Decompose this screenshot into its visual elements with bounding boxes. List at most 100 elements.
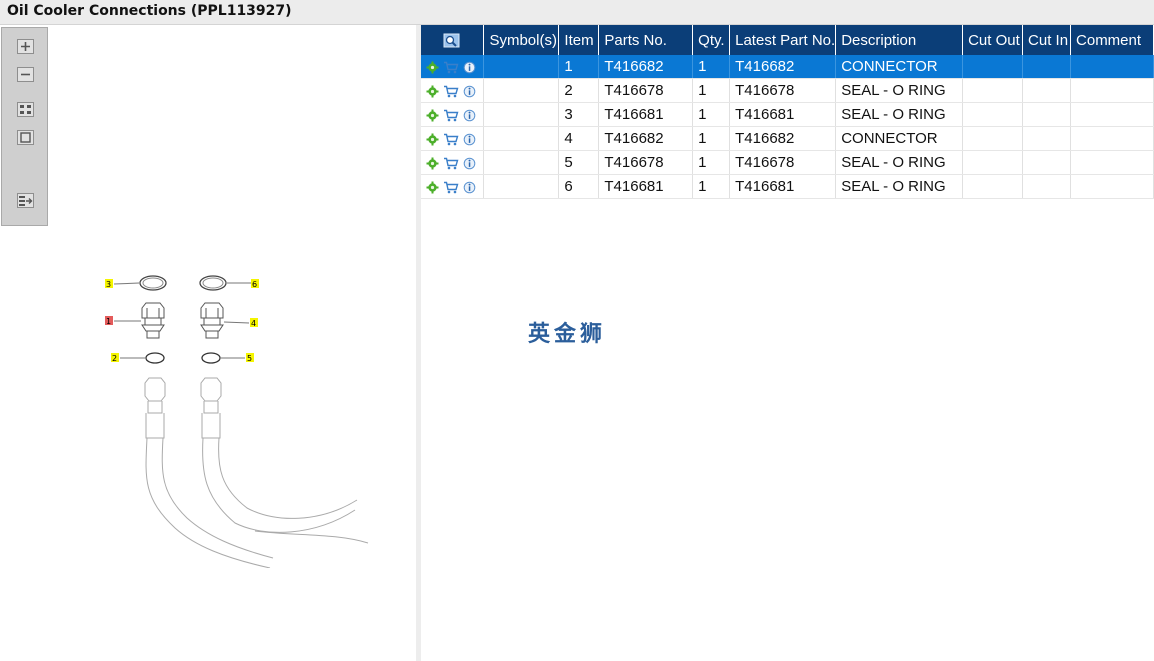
- info-icon[interactable]: [463, 133, 476, 146]
- callout-5-label: 5: [247, 354, 252, 363]
- table-row[interactable]: 3 T416681 1 T416681 SEAL - O RING: [421, 102, 1154, 127]
- table-row[interactable]: 1 T416682 1 T416682 CONNECTOR: [421, 55, 1154, 79]
- cell-latest-part-no: T416681: [729, 102, 837, 127]
- cell-qty: 1: [692, 78, 731, 103]
- cell-cut-in: [1022, 55, 1072, 79]
- info-icon[interactable]: [463, 85, 476, 98]
- info-icon[interactable]: [463, 157, 476, 170]
- search-column-header[interactable]: [421, 25, 485, 55]
- cell-parts-no: T416678: [598, 78, 694, 103]
- viewer-toolbar: [1, 27, 48, 226]
- fit-view-icon: [20, 105, 31, 114]
- column-cut-out[interactable]: Cut Out: [962, 25, 1024, 55]
- title-bar: Oil Cooler Connections (PPL113927): [0, 0, 1154, 25]
- cell-description: CONNECTOR: [835, 126, 964, 151]
- zoom-out-button[interactable]: [17, 67, 34, 82]
- column-cut-in[interactable]: Cut In: [1022, 25, 1072, 55]
- cell-description: SEAL - O RING: [835, 150, 964, 175]
- cart-icon[interactable]: [443, 133, 459, 146]
- row-actions: [421, 78, 485, 103]
- cell-latest-part-no: T416678: [729, 150, 837, 175]
- cell-qty: 1: [692, 174, 731, 199]
- search-icon: [443, 33, 460, 48]
- cell-comment: [1070, 102, 1154, 127]
- actual-size-button[interactable]: [17, 130, 34, 145]
- gear-icon[interactable]: [426, 133, 439, 146]
- cell-symbols: [483, 55, 560, 79]
- row-actions: [421, 55, 485, 79]
- parts-diagram: 3 6 1 4 2 5: [105, 275, 369, 568]
- cell-item: 1: [558, 55, 600, 79]
- cell-cut-in: [1022, 150, 1072, 175]
- cell-symbols: [483, 126, 560, 151]
- row-actions: [421, 150, 485, 175]
- column-qty[interactable]: Qty.: [692, 25, 731, 55]
- callout-3-label: 3: [106, 280, 111, 289]
- cell-item: 2: [558, 78, 600, 103]
- cell-symbols: [483, 150, 560, 175]
- cell-item: 5: [558, 150, 600, 175]
- cell-latest-part-no: T416682: [729, 126, 837, 151]
- table-header: Symbol(s) Item Parts No. Qty. Latest Par…: [421, 25, 1154, 55]
- cell-comment: [1070, 174, 1154, 199]
- cell-latest-part-no: T416681: [729, 174, 837, 199]
- zoom-out-icon: [21, 73, 30, 76]
- info-icon[interactable]: [463, 109, 476, 122]
- o-ring-2: [145, 352, 165, 364]
- cell-qty: 1: [692, 55, 731, 79]
- cell-latest-part-no: T416682: [729, 55, 837, 79]
- cell-cut-in: [1022, 78, 1072, 103]
- cell-cut-out: [962, 126, 1024, 151]
- column-item[interactable]: Item: [558, 25, 600, 55]
- cart-icon[interactable]: [443, 181, 459, 194]
- window-title: Oil Cooler Connections (PPL113927): [7, 3, 292, 19]
- cell-parts-no: T416678: [598, 150, 694, 175]
- column-symbols[interactable]: Symbol(s): [483, 25, 560, 55]
- cell-item: 6: [558, 174, 600, 199]
- cell-item: 3: [558, 102, 600, 127]
- cart-icon[interactable]: [443, 109, 459, 122]
- cart-icon[interactable]: [443, 157, 459, 170]
- callout-2-label: 2: [112, 354, 117, 363]
- cart-icon[interactable]: [443, 85, 459, 98]
- cell-symbols: [483, 102, 560, 127]
- cell-cut-in: [1022, 126, 1072, 151]
- gear-icon[interactable]: [426, 109, 439, 122]
- gear-icon[interactable]: [426, 61, 439, 74]
- cell-latest-part-no: T416678: [729, 78, 837, 103]
- table-row[interactable]: 4 T416682 1 T416682 CONNECTOR: [421, 126, 1154, 151]
- cell-item: 4: [558, 126, 600, 151]
- cell-parts-no: T416681: [598, 174, 694, 199]
- table-row[interactable]: 6 T416681 1 T416681 SEAL - O RING: [421, 174, 1154, 199]
- gear-icon[interactable]: [426, 157, 439, 170]
- cell-comment: [1070, 55, 1154, 79]
- cell-parts-no: T416682: [598, 126, 694, 151]
- zoom-in-button[interactable]: [17, 39, 34, 54]
- cell-parts-no: T416682: [598, 55, 694, 79]
- cell-cut-in: [1022, 174, 1072, 199]
- column-parts-no[interactable]: Parts No.: [598, 25, 694, 55]
- cart-icon[interactable]: [443, 61, 459, 74]
- cell-cut-out: [962, 102, 1024, 127]
- connector-4: [200, 302, 224, 339]
- cell-cut-out: [962, 150, 1024, 175]
- info-icon[interactable]: [463, 61, 476, 74]
- cell-cut-out: [962, 78, 1024, 103]
- column-latest-part-no[interactable]: Latest Part No.: [729, 25, 837, 55]
- gear-icon[interactable]: [426, 85, 439, 98]
- info-icon[interactable]: [463, 181, 476, 194]
- watermark: 英金狮: [528, 322, 607, 347]
- cell-cut-out: [962, 55, 1024, 79]
- fit-view-button[interactable]: [17, 102, 34, 117]
- o-ring-5: [201, 352, 221, 364]
- zoom-in-icon: [21, 42, 30, 51]
- column-description[interactable]: Description: [835, 25, 964, 55]
- cell-description: SEAL - O RING: [835, 78, 964, 103]
- cell-qty: 1: [692, 102, 731, 127]
- export-button[interactable]: [17, 193, 34, 208]
- row-actions: [421, 174, 485, 199]
- table-row[interactable]: 5 T416678 1 T416678 SEAL - O RING: [421, 150, 1154, 175]
- table-row[interactable]: 2 T416678 1 T416678 SEAL - O RING: [421, 78, 1154, 103]
- gear-icon[interactable]: [426, 181, 439, 194]
- column-comment[interactable]: Comment: [1070, 25, 1154, 55]
